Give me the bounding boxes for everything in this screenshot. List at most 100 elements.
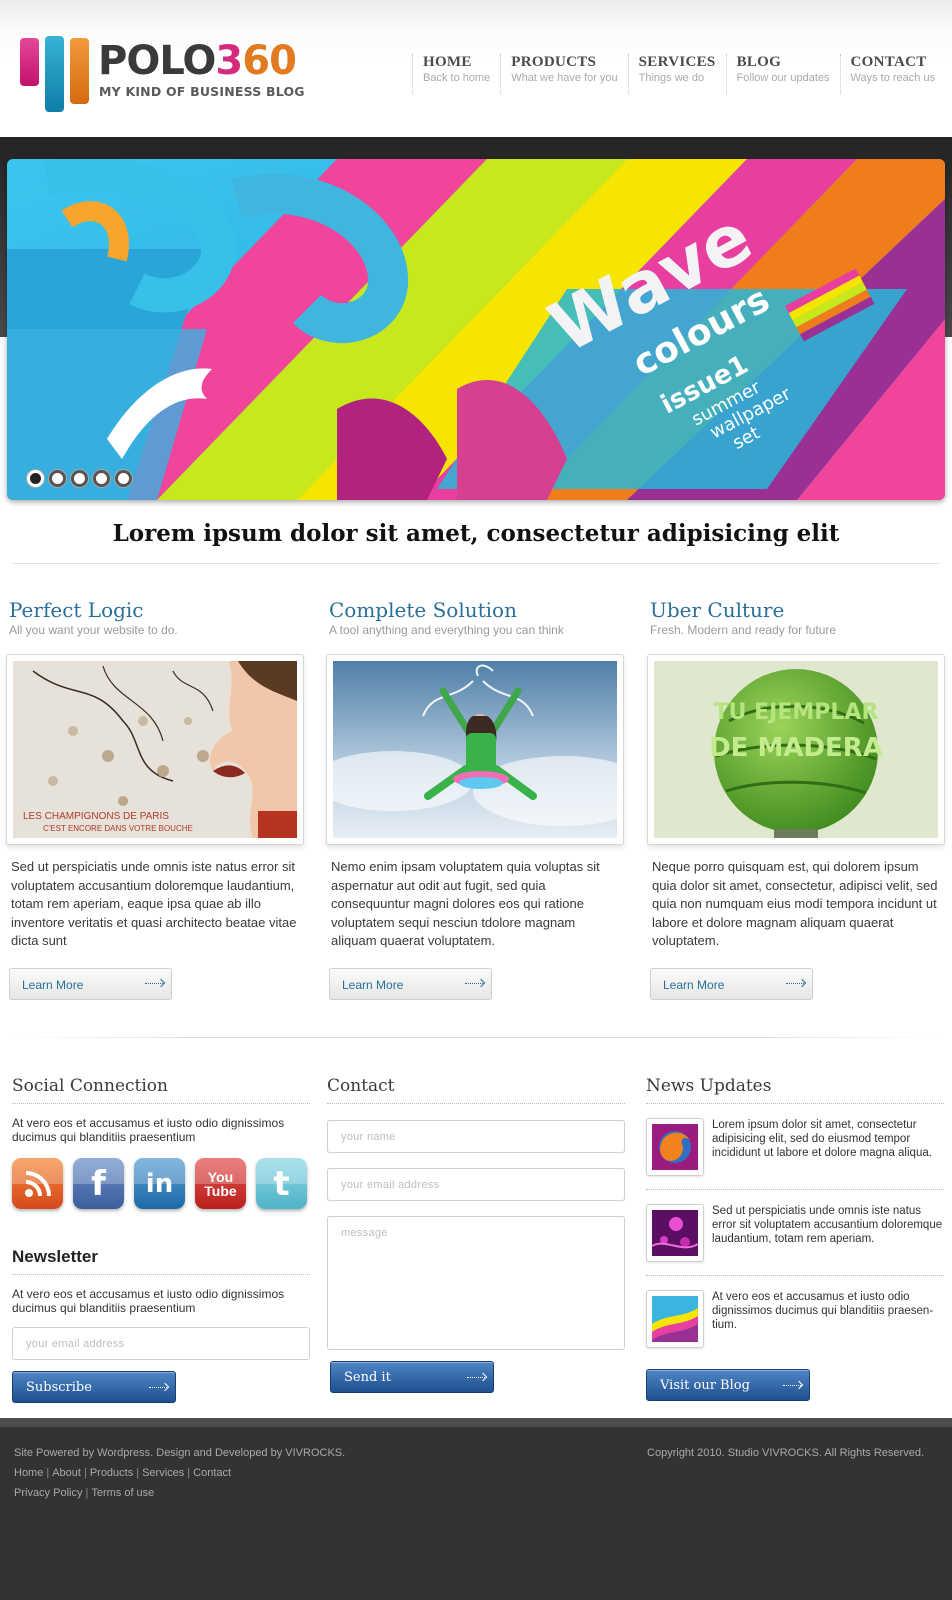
footer-link-contact[interactable]: Contact	[193, 1467, 231, 1479]
visit-blog-button[interactable]: Visit our Blog	[646, 1369, 810, 1401]
news-thumbnail	[646, 1290, 704, 1348]
feature-title: Complete Solution	[329, 598, 517, 622]
feature-image-frame[interactable]: LES CHAMPIGNONS DE PARIS C'EST ENCORE DA…	[6, 654, 304, 845]
site-header: POLO360 MY KIND OF BUSINESS BLOG HOME Ba…	[0, 0, 952, 137]
nav-services[interactable]: SERVICES Things we do	[627, 54, 726, 94]
footer-link-home[interactable]: Home	[14, 1467, 43, 1479]
feature-body: Nemo enim ipsam voluptatem quia voluptas…	[331, 859, 600, 948]
logo-tagline: MY KIND OF BUSINESS BLOG	[99, 84, 305, 99]
feature-body: Sed ut perspiciatis unde omnis iste natu…	[11, 859, 297, 948]
feature-subtitle: A tool anything and everything you can t…	[329, 623, 564, 637]
social-icons: f in You Tube t	[12, 1158, 310, 1209]
hero-slider[interactable]: Wave colours issue1 summer wallpaper set	[7, 159, 945, 500]
nav-label: HOME	[423, 54, 472, 70]
waves-icon	[652, 1296, 698, 1342]
page-headline: Lorem ipsum dolor sit amet, consectetur …	[112, 520, 840, 547]
youtube-icon[interactable]: You Tube	[195, 1158, 246, 1209]
arrow-right-icon	[145, 983, 163, 984]
rss-icon[interactable]	[12, 1158, 63, 1209]
twitter-icon[interactable]: t	[256, 1158, 307, 1209]
hero-slide-image: Wave colours issue1 summer wallpaper set	[7, 159, 945, 500]
nav-home[interactable]: HOME Back to home	[412, 54, 500, 94]
footer-link-privacy[interactable]: Privacy Policy	[14, 1487, 82, 1499]
feature-title: Uber Culture	[650, 598, 785, 622]
send-label: Send it	[344, 1370, 391, 1385]
news-text: Sed ut perspiciatis unde omnis iste natu…	[712, 1205, 943, 1245]
contact-name-input[interactable]: your name	[327, 1120, 625, 1153]
nav-products[interactable]: PRODUCTS What we have for you	[500, 54, 627, 94]
learn-more-button[interactable]: Learn More	[650, 968, 813, 1000]
bubbles-icon	[652, 1210, 698, 1256]
news-updates-section: News Updates Lorem ipsum dolor sit amet,…	[646, 1076, 944, 1401]
site-logo[interactable]: POLO360 MY KIND OF BUSINESS BLOG	[20, 36, 320, 116]
linkedin-icon[interactable]: in	[134, 1158, 185, 1209]
logo-wordmark: POLO360	[98, 38, 297, 84]
slider-dot[interactable]	[27, 470, 44, 487]
logo-bar-pink	[20, 38, 39, 86]
slider-pagination	[27, 470, 132, 487]
learn-more-label: Learn More	[663, 978, 725, 992]
footer-link-products[interactable]: Products	[90, 1467, 133, 1479]
divider	[12, 563, 940, 564]
contact-message-textarea[interactable]: message	[327, 1216, 625, 1350]
learn-more-label: Learn More	[22, 978, 84, 992]
news-item[interactable]: Sed ut perspiciatis unde omnis iste natu…	[646, 1190, 944, 1276]
arrow-right-icon	[783, 1385, 801, 1386]
news-item[interactable]: At vero eos et accusamus et iusto odio d…	[646, 1276, 944, 1361]
subscribe-label: Subscribe	[26, 1380, 92, 1395]
contact-email-input[interactable]: your email address	[327, 1168, 625, 1201]
visit-blog-label: Visit our Blog	[660, 1378, 750, 1393]
feature-image-frame[interactable]	[326, 654, 624, 845]
feature-image: TU EJEMPLAR DE MADERA	[654, 661, 938, 838]
learn-more-button[interactable]: Learn More	[9, 968, 172, 1000]
svg-text:DE MADERA: DE MADERA	[709, 733, 883, 763]
nav-sublabel: What we have for you	[511, 72, 618, 84]
nav-sublabel: Things we do	[638, 72, 705, 84]
nav-blog[interactable]: BLOG Follow our updates	[725, 54, 840, 94]
learn-more-label: Learn More	[342, 978, 404, 992]
nav-sublabel: Back to home	[423, 72, 491, 84]
newsletter-email-input[interactable]: your email address	[12, 1327, 310, 1360]
nav-label: CONTACT	[850, 54, 927, 70]
section-title: Contact	[327, 1076, 625, 1104]
svg-text:TU EJEMPLAR: TU EJEMPLAR	[714, 700, 879, 725]
footer-links-legal: Privacy Policy | Terms of use	[14, 1487, 155, 1499]
site-footer: Site Powered by Wordpress. Design and De…	[0, 1427, 952, 1600]
slider-dot[interactable]	[71, 470, 88, 487]
feature-subtitle: Fresh. Modern and ready for future	[650, 623, 837, 637]
footer-link-about[interactable]: About	[52, 1467, 81, 1479]
feature-image-caption: LES CHAMPIGNONS DE PARIS	[23, 811, 169, 822]
nav-contact[interactable]: CONTACT Ways to reach us	[839, 54, 946, 94]
contact-section: Contact your name your email address mes…	[327, 1076, 625, 1393]
firefox-icon	[652, 1124, 698, 1170]
feature-image-frame[interactable]: TU EJEMPLAR DE MADERA	[647, 654, 945, 845]
nav-label: BLOG	[736, 54, 782, 70]
slider-dot[interactable]	[115, 470, 132, 487]
nav-label: PRODUCTS	[511, 54, 597, 70]
footer-link-services[interactable]: Services	[142, 1467, 184, 1479]
news-item[interactable]: Lorem ipsum dolor sit amet, consectetur …	[646, 1104, 944, 1190]
feature-subtitle: All you want your website to do.	[9, 623, 178, 637]
arrow-right-icon	[467, 1377, 485, 1378]
slider-dot[interactable]	[93, 470, 110, 487]
social-connection-section: Social Connection At vero eos et accusam…	[12, 1076, 310, 1403]
footer-credits: Site Powered by Wordpress. Design and De…	[14, 1447, 346, 1459]
svg-text:C'EST ENCORE DANS VOTRE BOUCHE: C'EST ENCORE DANS VOTRE BOUCHE	[43, 824, 193, 833]
news-thumbnail	[646, 1204, 704, 1262]
feature-complete-solution: Complete Solution A tool anything and ev…	[326, 598, 626, 1000]
logo-bar-orange	[70, 38, 89, 104]
feature-perfect-logic: Perfect Logic All you want your website …	[6, 598, 306, 1000]
subscribe-button[interactable]: Subscribe	[12, 1371, 176, 1403]
slider-dot[interactable]	[49, 470, 66, 487]
arrow-right-icon	[786, 983, 804, 984]
news-text: At vero eos et accusamus et iusto odio d…	[712, 1291, 934, 1331]
nav-sublabel: Ways to reach us	[850, 72, 936, 84]
section-title: Social Connection	[12, 1076, 310, 1104]
feature-title: Perfect Logic	[9, 598, 144, 622]
newsletter-title: Newsletter	[12, 1247, 310, 1275]
facebook-icon[interactable]: f	[73, 1158, 124, 1209]
footer-link-terms[interactable]: Terms of use	[91, 1487, 154, 1499]
send-button[interactable]: Send it	[330, 1361, 494, 1393]
learn-more-button[interactable]: Learn More	[329, 968, 492, 1000]
footer-copyright: Copyright 2010. Studio VIVROCKS. All Rig…	[647, 1447, 924, 1459]
